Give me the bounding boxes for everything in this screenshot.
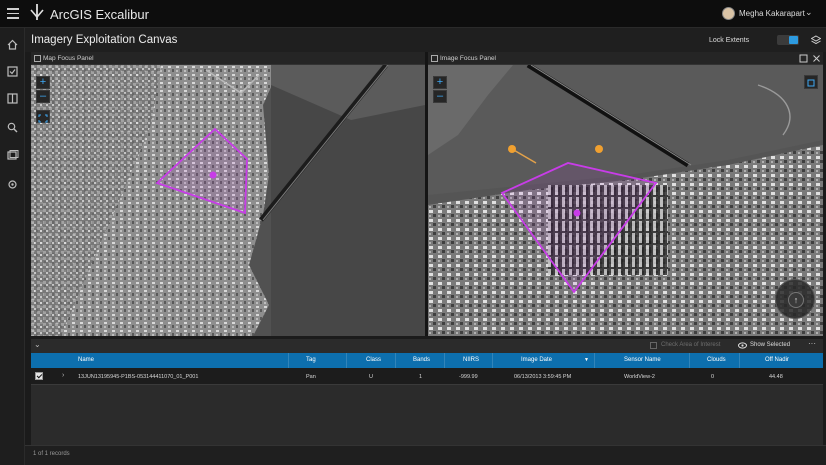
- panel-titlebar: Map Focus Panel: [31, 52, 425, 65]
- menu-icon[interactable]: [7, 8, 19, 19]
- sort-desc-icon[interactable]: ▼: [584, 357, 589, 363]
- image-focus-panel: Image Focus Panel + – ↑: [428, 52, 823, 336]
- table-header: Name Tag Class Bands NIIRS Image Date ▼ …: [31, 353, 823, 368]
- cell-clouds: 0: [711, 374, 715, 380]
- book-icon[interactable]: [6, 92, 19, 105]
- page-title: Imagery Exploitation Canvas: [31, 34, 178, 46]
- zoom-out-button[interactable]: –: [36, 90, 50, 103]
- top-bar: ArcGIS Excalibur Megha Kakarapart ⌄: [0, 0, 826, 28]
- excalibur-logo-icon: [30, 4, 44, 20]
- zoom-out-button[interactable]: –: [433, 90, 447, 103]
- left-nav: [0, 28, 25, 465]
- column-header-clouds[interactable]: Clouds: [707, 357, 726, 363]
- zoom-in-button[interactable]: +: [433, 76, 447, 89]
- settings-icon[interactable]: [6, 178, 19, 191]
- user-name[interactable]: Megha Kakarapart: [739, 9, 805, 18]
- table-row[interactable]: › 13JUN13195945-P1BS-053144411070_01_P00…: [31, 368, 823, 385]
- cell-image-date: 06/13/2013 3:59:45 PM: [514, 374, 572, 380]
- table-toolbar: ⌄ Check Area of Interest Show Selected ·…: [31, 339, 823, 353]
- canvas-header: Imagery Exploitation Canvas Lock Extents…: [25, 28, 826, 52]
- panel-title: Image Focus Panel: [440, 55, 497, 62]
- record-count: 1 of 1 records: [33, 451, 70, 457]
- column-header-off-nadir[interactable]: Off Nadir: [765, 357, 789, 363]
- column-header-niirs[interactable]: NIIRS: [463, 357, 479, 363]
- close-icon[interactable]: [812, 54, 821, 63]
- lock-extents-label: Lock Extents: [709, 37, 750, 44]
- compass-control[interactable]: ↑: [775, 279, 815, 319]
- user-avatar[interactable]: [722, 7, 735, 20]
- oblique-image[interactable]: [428, 65, 823, 336]
- column-header-sensor-name[interactable]: Sensor Name: [624, 357, 661, 363]
- column-header-class[interactable]: Class: [366, 357, 381, 363]
- eye-icon: [738, 342, 747, 349]
- home-icon[interactable]: [6, 38, 19, 51]
- chevron-down-icon[interactable]: ⌄: [34, 340, 41, 349]
- compass-icon[interactable]: ↑: [788, 292, 804, 308]
- chevron-down-icon[interactable]: ⌄: [805, 7, 813, 18]
- attribute-table: ⌄ Check Area of Interest Show Selected ·…: [31, 339, 823, 445]
- cell-tag: Pan: [306, 374, 316, 380]
- map-icon: [34, 55, 41, 62]
- cell-niirs: -999.99: [459, 374, 478, 380]
- cell-bands: 1: [419, 374, 423, 380]
- satellite-map[interactable]: [31, 65, 425, 336]
- column-header-name[interactable]: Name: [78, 357, 94, 363]
- expand-button[interactable]: [804, 75, 818, 89]
- chevron-right-icon[interactable]: ›: [62, 372, 64, 379]
- expand-icon: [807, 79, 815, 87]
- extent-icon: [38, 114, 48, 123]
- cell-sensor-name: WorldView-2: [624, 374, 655, 380]
- gallery-icon[interactable]: [6, 149, 19, 162]
- column-header-bands[interactable]: Bands: [413, 357, 430, 363]
- panel-title: Map Focus Panel: [43, 55, 94, 62]
- restore-icon[interactable]: [799, 54, 808, 63]
- table-footer: 1 of 1 records: [25, 445, 826, 465]
- full-extent-button[interactable]: [36, 110, 50, 123]
- layers-icon[interactable]: [811, 35, 821, 45]
- check-area-checkbox[interactable]: [650, 342, 657, 349]
- cell-class: U: [369, 374, 373, 380]
- zoom-in-button[interactable]: +: [36, 76, 50, 89]
- app-title: ArcGIS Excalibur: [50, 7, 149, 22]
- more-options-icon[interactable]: ···: [808, 339, 816, 348]
- lock-extents-toggle[interactable]: [777, 35, 799, 45]
- cell-off-nadir: 44.48: [769, 374, 783, 380]
- checklist-icon[interactable]: [6, 65, 19, 78]
- cell-name: 13JUN13195945-P1BS-053144411070_01_P001: [78, 374, 199, 380]
- search-icon[interactable]: [6, 121, 19, 134]
- column-header-tag[interactable]: Tag: [306, 357, 316, 363]
- check-area-label: Check Area of Interest: [661, 342, 721, 348]
- column-header-image-date[interactable]: Image Date: [521, 357, 552, 363]
- row-checkbox[interactable]: [35, 372, 43, 380]
- show-selected-button[interactable]: Show Selected: [750, 342, 790, 348]
- image-icon: [431, 55, 438, 62]
- map-focus-panel: Map Focus Panel + –: [31, 52, 425, 336]
- panel-titlebar: Image Focus Panel: [428, 52, 823, 65]
